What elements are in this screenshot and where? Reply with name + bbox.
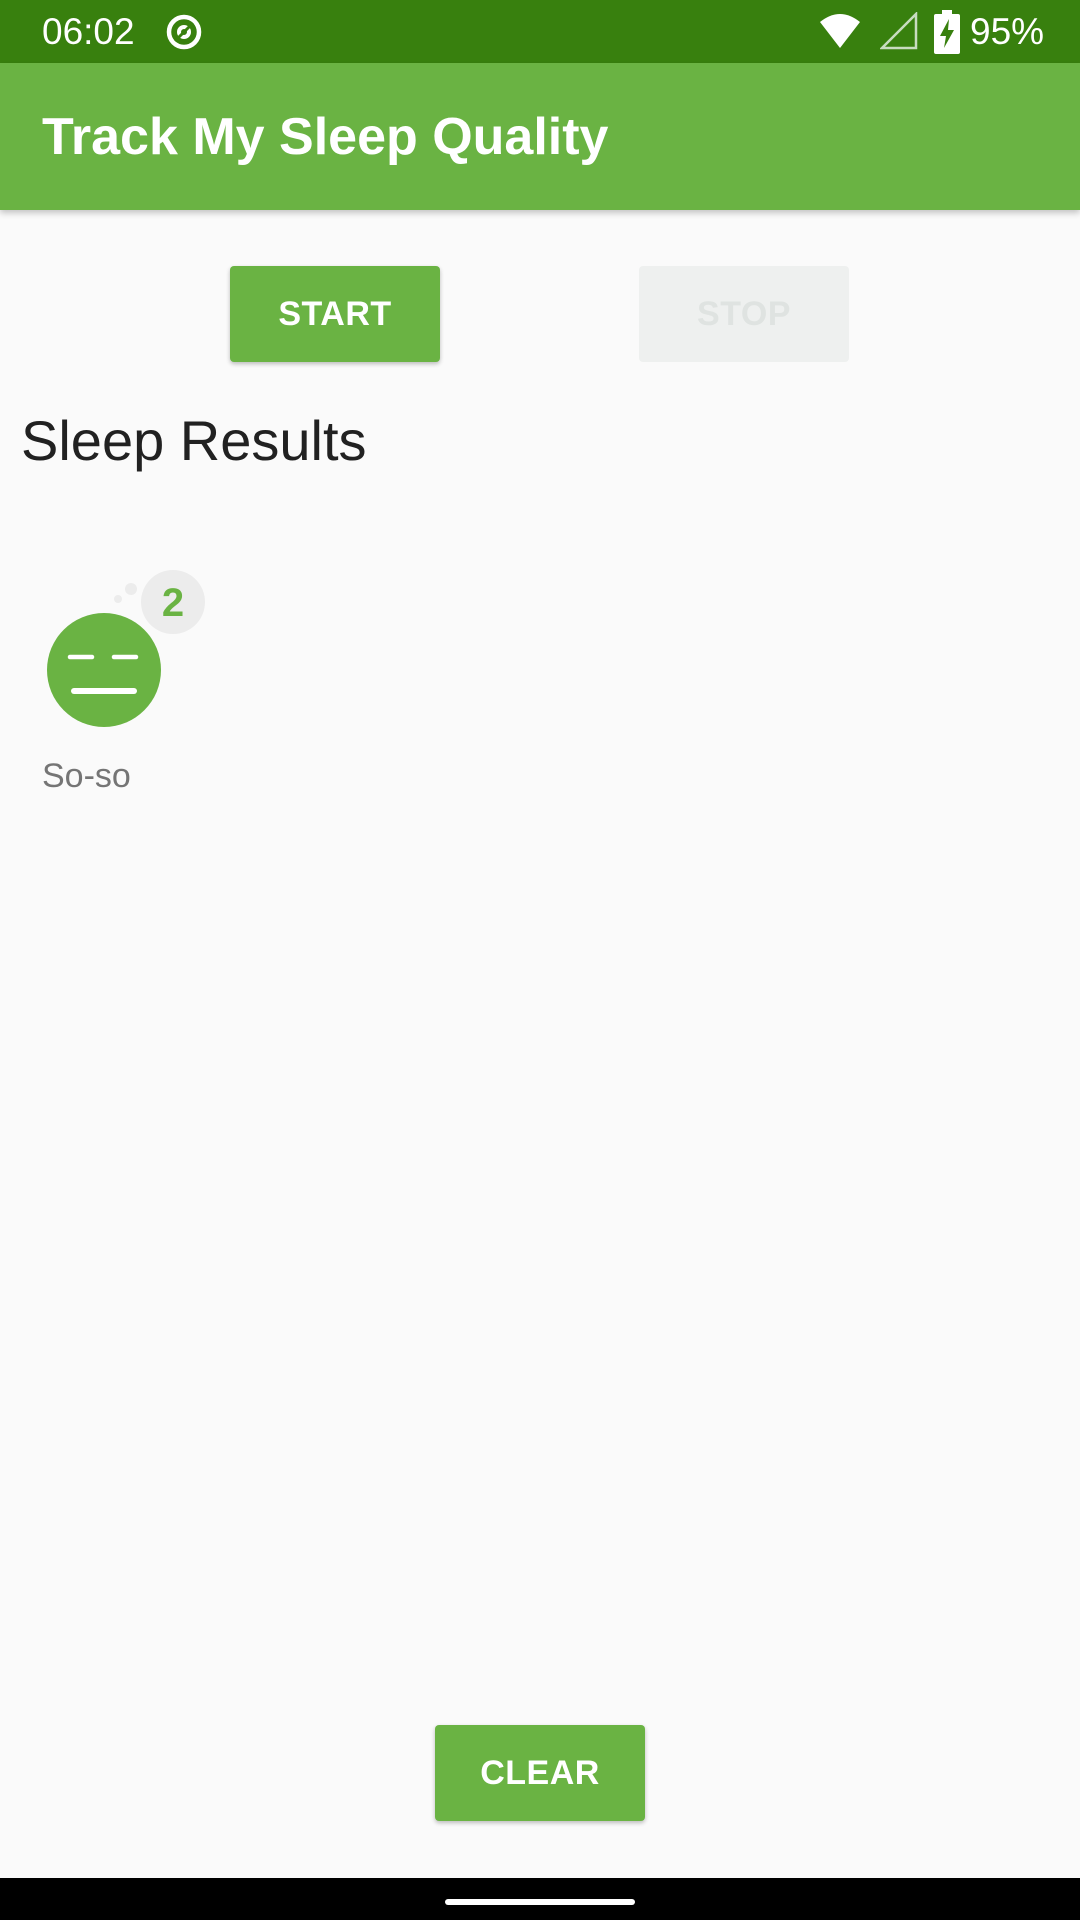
- sleep-quality-label: So-so: [42, 757, 131, 795]
- quality-score-text: 2: [162, 581, 184, 625]
- status-bar: 06:02 95%: [0, 0, 1080, 63]
- start-button[interactable]: START: [230, 266, 440, 362]
- battery-charging-icon: [934, 10, 960, 54]
- app-title: Track My Sleep Quality: [42, 108, 609, 166]
- sleep-result-item[interactable]: 2 So-so: [36, 566, 236, 806]
- navigation-bar: [0, 1878, 1080, 1920]
- status-time: 06:02: [42, 11, 135, 52]
- wifi-icon: [820, 14, 860, 48]
- app-bar: Track My Sleep Quality: [0, 63, 1080, 210]
- notification-at-icon: [166, 14, 202, 50]
- battery-percentage: 95%: [970, 11, 1045, 52]
- stop-button[interactable]: STOP: [639, 266, 849, 362]
- home-gesture-handle[interactable]: [445, 1899, 635, 1905]
- screen: 06:02 95% Track My Sleep Quality START S…: [0, 0, 1080, 1920]
- clear-button[interactable]: CLEAR: [435, 1725, 645, 1821]
- cell-signal-icon: [880, 12, 918, 50]
- so-so-face-icon: 2: [47, 570, 205, 727]
- sleep-results-title: Sleep Results: [21, 409, 367, 472]
